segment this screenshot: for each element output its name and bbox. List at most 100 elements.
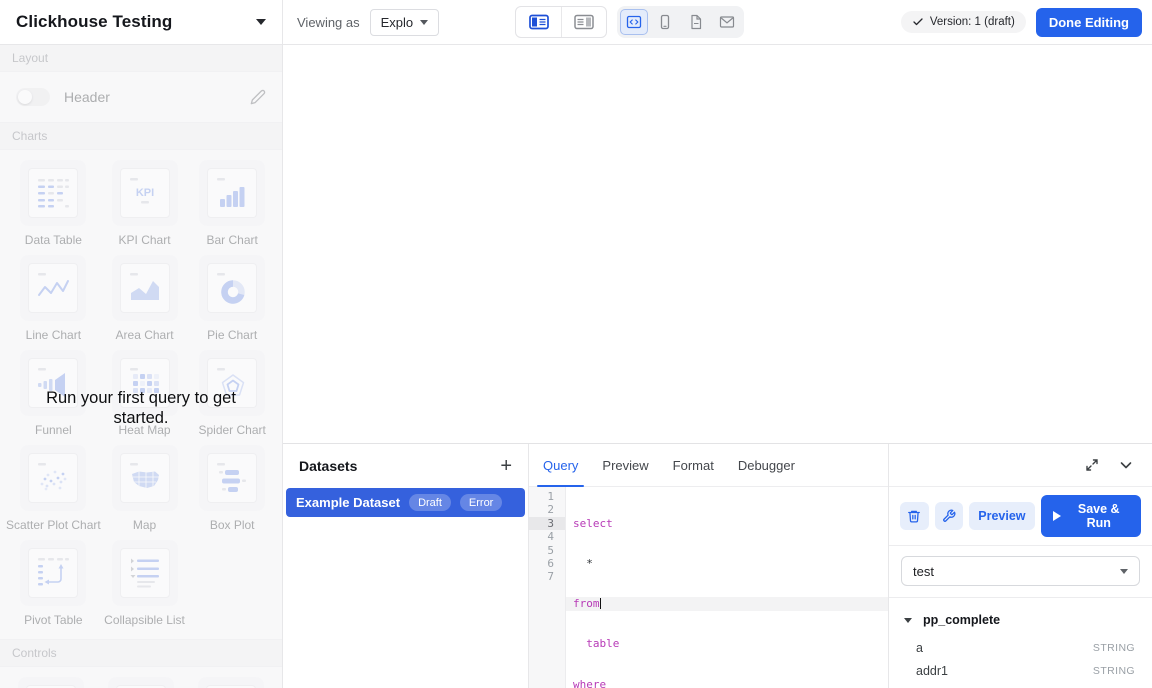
control-type-item[interactable] — [96, 677, 186, 688]
datasets-column: Datasets + Example Dataset Draft Error — [283, 444, 528, 688]
editor-tabs: Query Preview Format Debugger — [529, 444, 888, 487]
control-type-item[interactable] — [186, 677, 276, 688]
schema-field-row: addr2 STRING — [889, 682, 1152, 688]
draft-status-badge: Draft — [409, 494, 451, 511]
topbar-actions: Version: 1 (draft) Done Editing — [901, 8, 1152, 37]
dashboard-canvas[interactable] — [283, 45, 1152, 443]
tab-format[interactable]: Format — [673, 444, 714, 486]
collapse-panel-icon[interactable] — [1118, 457, 1134, 473]
line-number: 7 — [529, 570, 565, 583]
caret-down-icon — [904, 618, 912, 623]
section-header-layout: Layout — [0, 45, 282, 72]
play-icon — [1053, 511, 1061, 521]
toggle-knob — [18, 90, 32, 104]
header-toggle-label: Header — [64, 89, 110, 105]
main-area: Datasets + Example Dataset Draft Error Q… — [283, 45, 1152, 688]
kpi-chart-icon: KPI — [120, 168, 170, 218]
chart-type-pie[interactable]: Pie Chart — [188, 255, 276, 342]
text-cursor — [600, 598, 602, 609]
chart-type-pivot-table[interactable]: Pivot Table — [6, 540, 101, 627]
chart-type-label: KPI Chart — [119, 233, 171, 247]
viewer-select[interactable]: Explo — [370, 9, 440, 36]
sql-editor[interactable]: 1 2 3 4 5 6 7 select * from table where — [529, 487, 888, 688]
chart-type-label: Line Chart — [26, 328, 81, 342]
section-header-charts: Charts — [0, 122, 282, 150]
left-panel-toggle[interactable] — [516, 7, 561, 37]
top-bar: Clickhouse Testing Viewing as Explo — [0, 0, 1152, 45]
chart-type-label: Area Chart — [116, 328, 174, 342]
embed-code-icon — [626, 14, 642, 30]
embed-view-button[interactable] — [620, 9, 648, 35]
chart-type-line[interactable]: Line Chart — [6, 255, 101, 342]
app-body: Layout Header Charts — [0, 45, 1152, 688]
map-icon — [120, 453, 170, 503]
line-number: 6 — [529, 557, 565, 570]
chart-type-data-table[interactable]: Data Table — [6, 160, 101, 247]
dataset-list-item-selected[interactable]: Example Dataset Draft Error — [286, 488, 525, 517]
chart-type-label: Map — [133, 518, 156, 532]
done-editing-button[interactable]: Done Editing — [1036, 8, 1142, 37]
chart-type-scatter[interactable]: Scatter Plot Chart — [6, 445, 101, 532]
chevron-down-icon — [1120, 569, 1128, 574]
chevron-down-icon — [256, 19, 266, 25]
scatter-plot-icon — [28, 453, 78, 503]
sql-code-area[interactable]: select * from table where 1 = 1 [[and cu… — [566, 487, 888, 688]
pie-chart-icon — [207, 263, 257, 313]
export-mode-group — [617, 6, 744, 38]
table-select[interactable]: test — [901, 556, 1140, 586]
query-buttons-row: Preview Save & Run — [889, 487, 1152, 546]
pdf-view-button[interactable] — [682, 9, 710, 35]
dataset-editor-panel: Datasets + Example Dataset Draft Error Q… — [283, 443, 1152, 688]
chevron-down-icon — [420, 20, 428, 25]
tab-debugger[interactable]: Debugger — [738, 444, 795, 486]
panel-layout-toggle-group — [515, 6, 607, 38]
line-number: 4 — [529, 530, 565, 543]
trash-icon — [907, 509, 921, 523]
page-title: Clickhouse Testing — [16, 12, 172, 32]
line-number: 2 — [529, 503, 565, 516]
tab-preview[interactable]: Preview — [602, 444, 648, 486]
controls-grid — [0, 667, 282, 688]
query-tools-button[interactable] — [935, 502, 964, 530]
line-chart-icon — [28, 263, 78, 313]
chart-type-collapsible-list[interactable]: Collapsible List — [101, 540, 189, 627]
envelope-icon — [719, 14, 735, 30]
save-and-run-label: Save & Run — [1069, 502, 1129, 530]
delete-query-button[interactable] — [900, 502, 929, 530]
control-type-item[interactable] — [6, 677, 96, 688]
chart-type-area[interactable]: Area Chart — [101, 255, 189, 342]
header-toggle[interactable] — [16, 88, 50, 106]
element-sidebar: Layout Header Charts — [0, 45, 283, 688]
mobile-view-button[interactable] — [651, 9, 679, 35]
check-icon — [912, 16, 924, 28]
schema-table-row[interactable]: pp_complete — [889, 605, 1152, 636]
expand-panel-icon[interactable] — [1084, 457, 1100, 473]
svg-text:KPI: KPI — [135, 187, 153, 199]
error-status-badge: Error — [460, 494, 502, 511]
left-panel-icon — [529, 14, 549, 30]
edit-pencil-icon[interactable] — [250, 89, 266, 105]
dataset-name: Example Dataset — [296, 495, 400, 510]
version-badge[interactable]: Version: 1 (draft) — [901, 11, 1026, 33]
viewer-select-value: Explo — [381, 15, 414, 30]
tab-query[interactable]: Query — [543, 444, 578, 486]
save-and-run-button[interactable]: Save & Run — [1041, 495, 1141, 537]
chart-type-label: Collapsible List — [104, 613, 185, 627]
dashboard-title-menu[interactable]: Clickhouse Testing — [0, 0, 283, 44]
email-view-button[interactable] — [713, 9, 741, 35]
right-panel-toggle[interactable] — [561, 7, 606, 37]
chart-type-label: Data Table — [25, 233, 82, 247]
chart-type-box-plot[interactable]: Box Plot — [188, 445, 276, 532]
add-dataset-button[interactable]: + — [500, 458, 512, 474]
code-line: where — [566, 678, 888, 688]
preview-button[interactable]: Preview — [969, 502, 1034, 530]
empty-state-message: Run your first query to get started. — [0, 388, 282, 428]
chart-type-kpi[interactable]: KPI KPI Chart — [101, 160, 189, 247]
chart-type-label: Pie Chart — [207, 328, 257, 342]
chart-type-map[interactable]: Map — [101, 445, 189, 532]
table-select-value: test — [913, 564, 934, 579]
pdf-document-icon — [688, 14, 704, 30]
datasets-header: Datasets + — [283, 444, 528, 486]
chart-type-bar[interactable]: Bar Chart — [188, 160, 276, 247]
line-number-gutter: 1 2 3 4 5 6 7 — [529, 487, 566, 688]
